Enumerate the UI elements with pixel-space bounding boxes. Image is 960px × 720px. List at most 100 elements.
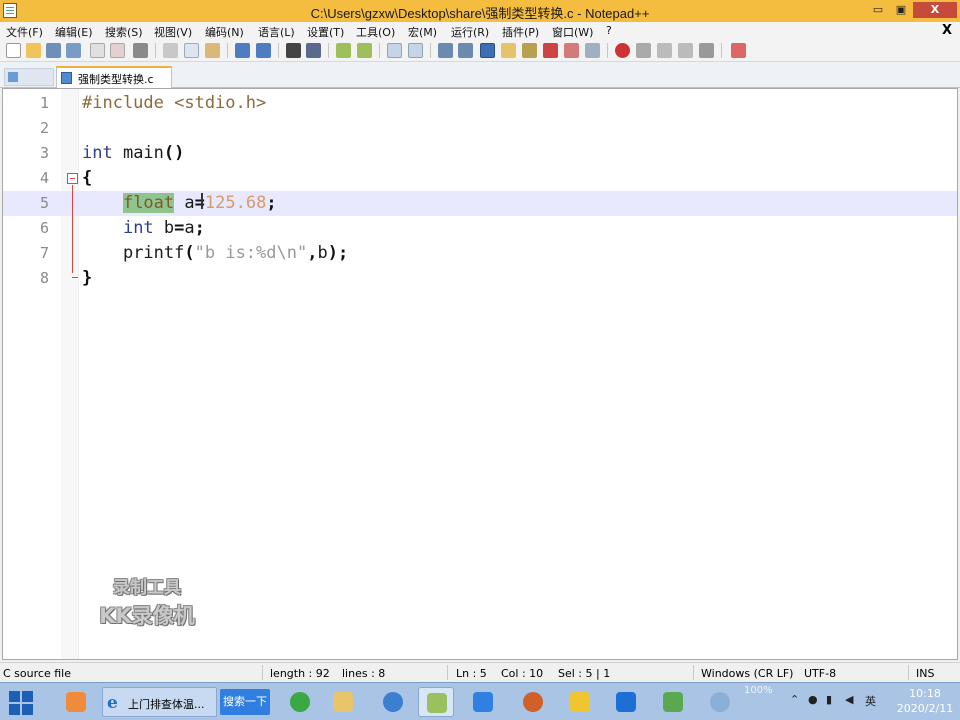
cut-icon[interactable]: [163, 43, 178, 58]
word-wrap-icon[interactable]: [438, 43, 453, 58]
folder-workspace-icon[interactable]: [564, 43, 579, 58]
tab-active-document[interactable]: 强制类型转换.c: [56, 66, 172, 88]
code-line-2[interactable]: 2: [3, 116, 957, 141]
language-panel-icon[interactable]: [501, 43, 516, 58]
tab-inactive[interactable]: [4, 68, 54, 86]
taskbar-cloud-icon[interactable]: [375, 687, 411, 717]
undo-icon[interactable]: [235, 43, 250, 58]
save-macro-icon[interactable]: [699, 43, 714, 58]
identifier: b: [317, 243, 328, 263]
save-icon[interactable]: [46, 43, 61, 58]
tray-icon[interactable]: ⌃: [790, 693, 799, 706]
sync-horizontal-icon[interactable]: [408, 43, 423, 58]
line-number: 7: [39, 244, 49, 262]
monitoring-icon[interactable]: [585, 43, 600, 58]
menu-plugins[interactable]: 插件(P): [502, 24, 539, 40]
code-editor[interactable]: 1 #include <stdio.h> 2 3 int main() 4 { …: [2, 88, 958, 660]
taskbar-chart-app-icon[interactable]: [655, 687, 691, 717]
code-line-5[interactable]: 5 float a=125.68;: [3, 191, 957, 216]
document-map-icon[interactable]: [522, 43, 537, 58]
taskbar-search-button[interactable]: 搜索一下: [220, 689, 270, 715]
function-list-icon[interactable]: [543, 43, 558, 58]
menu-macro[interactable]: 宏(M): [408, 24, 437, 40]
new-file-icon[interactable]: [6, 43, 21, 58]
code-line-4[interactable]: 4 {: [3, 166, 957, 191]
status-column: Col : 10: [501, 667, 544, 680]
copy-icon[interactable]: [184, 43, 199, 58]
ie-icon: e: [107, 693, 118, 713]
stop-macro-icon[interactable]: [636, 43, 651, 58]
taskbar-app-icon[interactable]: [58, 687, 94, 717]
taskbar-clock[interactable]: 10:18 2020/2/11: [892, 686, 958, 716]
taskbar-notepadpp-icon[interactable]: [418, 687, 454, 717]
save-all-icon[interactable]: [66, 43, 81, 58]
menu-run[interactable]: 运行(R): [451, 24, 489, 40]
string-literal: "b is:%d\n": [194, 243, 308, 263]
recorder-icon: [523, 692, 543, 712]
paste-icon[interactable]: [205, 43, 220, 58]
close-document-button[interactable]: X: [942, 23, 952, 38]
identifier: main: [112, 143, 164, 163]
network-tray-icon[interactable]: ▮: [826, 693, 832, 706]
code-line-1[interactable]: 1 #include <stdio.h>: [3, 91, 957, 116]
open-file-icon[interactable]: [26, 43, 41, 58]
taskbar-upload-icon[interactable]: [608, 687, 644, 717]
status-encoding[interactable]: UTF-8: [804, 667, 836, 680]
toolbar-separator: [379, 43, 380, 58]
print-icon[interactable]: [133, 43, 148, 58]
show-all-characters-icon[interactable]: [458, 43, 473, 58]
close-all-icon[interactable]: [110, 43, 125, 58]
menu-encoding[interactable]: 编码(N): [205, 24, 244, 40]
code-line-7[interactable]: 7 printf("b is:%d\n",b);: [3, 241, 957, 266]
recorder-watermark: 录制工具 KK录像机: [83, 573, 211, 630]
maximize-button[interactable]: ▣: [890, 2, 912, 18]
menu-window[interactable]: 窗口(W): [552, 24, 593, 40]
status-eol[interactable]: Windows (CR LF): [701, 667, 793, 680]
code-line-3[interactable]: 3 int main(): [3, 141, 957, 166]
close-window-button[interactable]: X: [913, 2, 957, 18]
operator: );: [327, 243, 349, 263]
play-multiple-macro-icon[interactable]: [678, 43, 693, 58]
operator: =: [174, 218, 185, 238]
status-insert-mode[interactable]: INS: [916, 667, 934, 680]
menu-tools[interactable]: 工具(O): [356, 24, 395, 40]
code-line-6[interactable]: 6 int b=a;: [3, 216, 957, 241]
windows-start-icon[interactable]: [9, 691, 33, 715]
zoom-out-icon[interactable]: [357, 43, 372, 58]
taskbar-yellow-app-icon[interactable]: [562, 687, 598, 717]
find-icon[interactable]: [286, 43, 301, 58]
menu-search[interactable]: 搜索(S): [105, 24, 143, 40]
redo-icon[interactable]: [256, 43, 271, 58]
menu-language[interactable]: 语言(L): [258, 24, 295, 40]
sync-vertical-icon[interactable]: [387, 43, 402, 58]
close-icon[interactable]: [90, 43, 105, 58]
code-line-8[interactable]: 8 }: [3, 266, 957, 291]
taskbar-browser-window[interactable]: e 上门排查体温...: [102, 687, 217, 717]
record-macro-icon[interactable]: [615, 43, 630, 58]
fold-toggle-icon[interactable]: [67, 173, 78, 184]
taskbar-explorer-icon[interactable]: [325, 687, 361, 717]
qq-tray-icon[interactable]: ●: [808, 693, 818, 706]
spell-check-icon[interactable]: [731, 43, 746, 58]
line-number: 2: [39, 119, 49, 137]
selected-text[interactable]: float: [122, 193, 175, 213]
taskbar-blue-app-icon[interactable]: [465, 687, 501, 717]
minimize-button[interactable]: ▭: [867, 2, 889, 18]
taskbar-tool-icon[interactable]: [702, 687, 738, 717]
zoom-in-icon[interactable]: [336, 43, 351, 58]
menu-settings[interactable]: 设置(T): [307, 24, 344, 40]
taskbar-recorder-icon[interactable]: [515, 687, 551, 717]
menu-file[interactable]: 文件(F): [6, 24, 43, 40]
play-macro-icon[interactable]: [657, 43, 672, 58]
menu-view[interactable]: 视图(V): [154, 24, 192, 40]
menu-edit[interactable]: 编辑(E): [55, 24, 93, 40]
ime-indicator[interactable]: 英: [865, 693, 876, 709]
indent-guide-icon[interactable]: [480, 43, 495, 58]
volume-tray-icon[interactable]: ◀: [845, 693, 853, 706]
replace-icon[interactable]: [306, 43, 321, 58]
menu-help[interactable]: ?: [606, 24, 612, 37]
taskbar-browser-icon[interactable]: [282, 687, 318, 717]
status-divider: [693, 665, 694, 680]
